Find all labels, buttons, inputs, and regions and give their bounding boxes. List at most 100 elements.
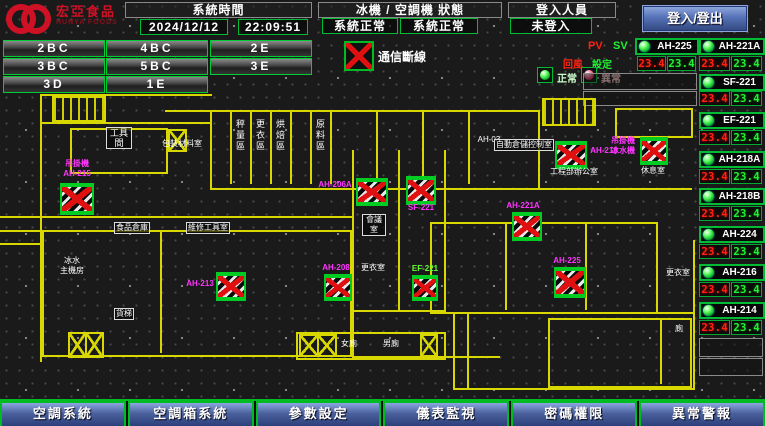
empty-slot [699,358,763,376]
wall-segment [250,112,252,184]
nav-ac-system-button[interactable]: 空調系統 [0,401,126,426]
room-label: 廁 [672,324,686,334]
pv-value-ah-225: 23.4 [637,56,666,71]
status-led-icon [702,228,715,241]
nav-parameter-set-button[interactable]: 參數設定 [256,401,382,426]
empty-slot [583,91,697,106]
floor-button-3e[interactable]: 3E [210,58,312,75]
unit-button-ah-225[interactable]: AH-225 [635,38,699,55]
brand-name: 宏亞食品 [56,4,118,19]
room-outline [615,108,693,138]
normal-led-icon [537,67,553,83]
pv-value-ah-218b: 23.4 [699,206,730,221]
comm-loss-marker-ah-215[interactable] [60,183,94,215]
unit-button-ah-218a[interactable]: AH-218A [699,151,765,168]
room-label: 更衣室 [358,263,388,273]
elevator-icon [299,334,319,357]
brand-subtitle: HUNYA FOODS [56,19,118,26]
wall-segment [290,112,292,184]
wall-segment [398,150,400,312]
bottom-nav: 空調系統 空調箱系統 參數設定 儀表監視 密碼權限 異常警報 [0,399,765,426]
marker-label: AH-225 [548,256,586,266]
status-led-icon [702,76,715,89]
room-label: 更衣室 [664,268,692,278]
marker-label: EF-221 [408,264,442,274]
sv-header: SV [613,40,628,52]
date-display: 2024/12/12 [140,19,228,35]
stairs-icon [542,98,596,126]
sv-value-ah-221a: 23.4 [731,56,762,71]
comm-loss-marker-ah-221a[interactable] [512,212,542,241]
room-label: 烘焙區 [274,119,287,152]
comm-loss-icon [344,41,374,71]
status-led-icon [702,190,715,203]
empty-slot [699,338,763,357]
hmi-screen: 宏亞食品 HUNYA FOODS 系統時間 2024/12/12 22:09:5… [0,0,765,426]
pv-value-ah-224: 23.4 [699,244,730,259]
wall-segment [0,216,352,218]
comm-loss-marker-ah-218[interactable] [555,141,587,169]
floor-button-2e[interactable]: 2E [210,40,312,57]
marker-label: AH-206A [316,180,354,190]
login-user-label: 登入人員 [508,2,616,18]
comm-loss-marker-sf-221[interactable] [406,176,436,205]
wall-segment [230,112,232,184]
login-logout-button[interactable]: 登入/登出 [642,5,748,32]
unit-button-sf-221[interactable]: SF-221 [699,74,765,91]
room-outline [548,318,692,388]
elevator-icon [317,334,337,357]
unit-button-ef-221[interactable]: EF-221 [699,112,765,129]
unit-button-ah-214[interactable]: AH-214 [699,302,765,319]
comm-loss-marker-ef-221[interactable] [412,275,438,301]
room-label: 女廁 [339,339,359,349]
status-led-icon [638,40,651,53]
sv-value-sf-221: 23.4 [731,91,762,106]
wall-segment [467,312,469,390]
wall-segment [310,112,312,184]
room-label: 休息室 [638,166,668,176]
unit-button-ah-216[interactable]: AH-216 [699,264,765,281]
nav-meter-monitor-button[interactable]: 儀表監視 [383,401,509,426]
floor-button-2bc[interactable]: 2BC [3,40,105,57]
comm-loss-marker-ah-208[interactable] [324,274,352,301]
status-led-icon [702,304,715,317]
floor-button-4bc[interactable]: 4BC [106,40,208,57]
wall-segment [165,110,210,112]
room-label: 包裝材料室 [160,139,204,149]
sv-value-ah-216: 23.4 [731,282,762,297]
nav-ahu-system-button[interactable]: 空調箱系統 [128,401,254,426]
comm-loss-label: 通信斷線 [378,48,426,65]
unit-button-ah-218b[interactable]: AH-218B [699,188,765,205]
brand-block: 宏亞食品 HUNYA FOODS [56,4,118,26]
unit-button-ah-224[interactable]: AH-224 [699,226,765,243]
wall-segment [693,240,695,390]
marker-label: AH-221A [502,201,544,211]
elevator-icon [420,334,438,357]
wall-segment [270,112,272,184]
marker-label: AH-213 [184,279,216,289]
unit-button-ah-221a[interactable]: AH-221A [699,38,765,55]
machine-status-label: 冰機 / 空調機 狀態 [318,2,502,18]
wall-segment [453,388,693,390]
floor-button-5bc[interactable]: 5BC [106,58,208,75]
empty-slot [583,73,697,90]
ac-status: 系統正常 [400,18,478,34]
wall-segment [453,312,455,390]
marker-label: 吊掛機 冰水機 [608,136,638,156]
comm-loss-marker-ah-225[interactable] [554,267,586,298]
pv-header: PV [588,40,603,52]
wall-segment [352,356,500,358]
comm-loss-marker-hoist[interactable] [640,137,668,165]
floor-button-1e[interactable]: 1E [106,76,208,93]
comm-loss-marker-ah-206a[interactable] [356,178,388,206]
floor-button-3d[interactable]: 3D [3,76,105,93]
nav-alarm-button[interactable]: 異常警報 [639,401,765,426]
wall-segment [40,122,212,124]
floor-button-3bc[interactable]: 3BC [3,58,105,75]
nav-password-auth-button[interactable]: 密碼權限 [511,401,637,426]
wall-segment [376,112,378,184]
wall-segment [660,318,662,384]
room-label: 秤量區 [234,119,247,152]
comm-loss-marker-ah-213[interactable] [216,272,246,301]
stairs-icon [52,96,106,122]
